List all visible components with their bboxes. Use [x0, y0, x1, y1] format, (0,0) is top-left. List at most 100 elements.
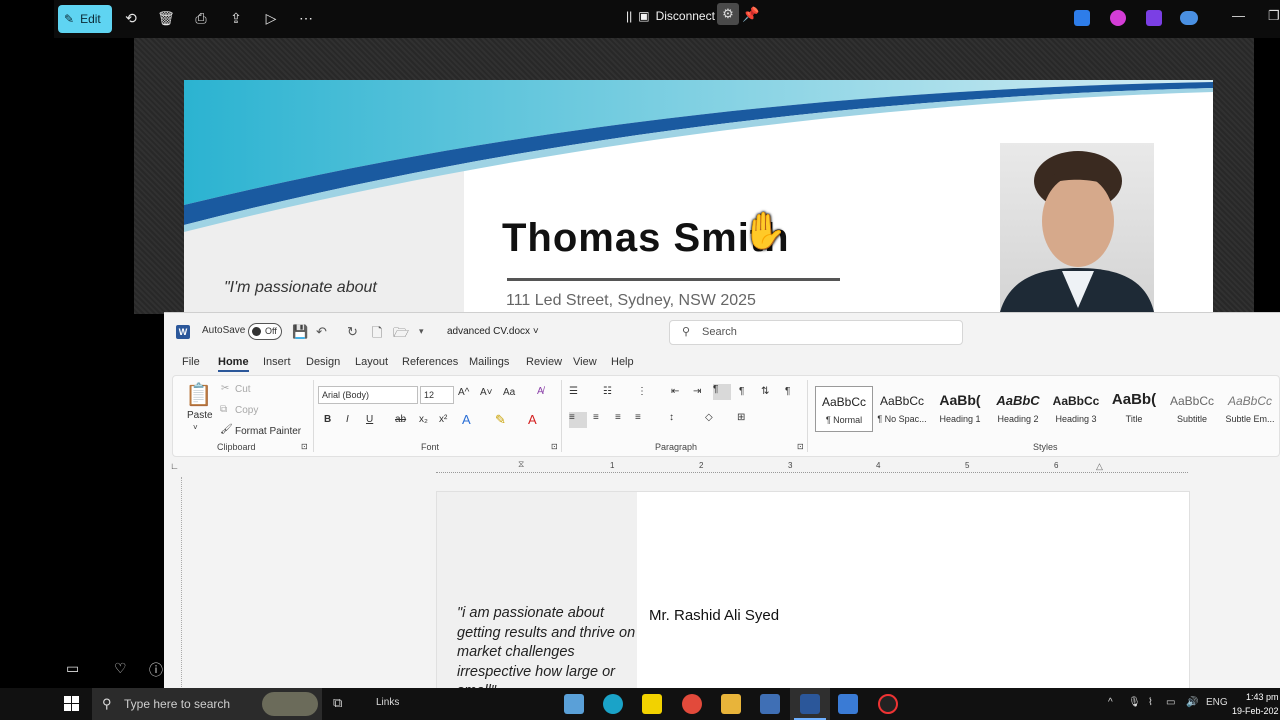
- tab-home[interactable]: Home: [218, 356, 249, 372]
- tab-design[interactable]: Design: [306, 356, 340, 368]
- align-right-icon[interactable]: ≡: [615, 412, 621, 423]
- new-doc-icon[interactable]: 🗋: [372, 324, 382, 346]
- justify-icon[interactable]: ≡: [635, 412, 641, 423]
- onedrive-icon[interactable]: [1180, 11, 1198, 25]
- text-effects-icon[interactable]: A: [462, 412, 471, 427]
- open-icon[interactable]: 🗁: [393, 324, 409, 346]
- indent-marker-icon[interactable]: ⧖: [518, 459, 524, 470]
- highlight-icon[interactable]: ✎: [495, 412, 506, 428]
- page-quote[interactable]: "i am passionate about getting results a…: [457, 604, 637, 702]
- search-box[interactable]: ⚲ Search: [669, 320, 963, 345]
- font-color-icon[interactable]: A: [528, 412, 537, 427]
- gear-icon[interactable]: ⚙: [717, 3, 739, 25]
- copy-button[interactable]: Copy: [235, 405, 258, 416]
- strikethrough-button[interactable]: ab: [395, 414, 406, 425]
- tab-view[interactable]: View: [573, 356, 597, 368]
- format-painter-button[interactable]: Format Painter: [235, 426, 301, 437]
- shading-icon[interactable]: ◇: [705, 412, 713, 423]
- pin-icon[interactable]: 📌: [741, 4, 761, 24]
- style-no-spacing[interactable]: AaBbCc ¶ No Spac...: [873, 386, 931, 432]
- chrome-icon[interactable]: [682, 694, 702, 714]
- style-normal[interactable]: AaBbCc ¶ Normal: [815, 386, 873, 432]
- shrink-font-button[interactable]: A˅: [480, 387, 493, 398]
- clock[interactable]: 1:43 pm 19-Feb-202: [1232, 690, 1279, 718]
- tab-help[interactable]: Help: [611, 356, 634, 368]
- align-left-icon[interactable]: ≡: [569, 412, 587, 428]
- favorite-icon[interactable]: ♡: [114, 660, 127, 677]
- more-icon[interactable]: ⋯: [296, 8, 316, 28]
- superscript-button[interactable]: x²: [439, 414, 447, 425]
- paste-button[interactable]: Paste: [187, 410, 213, 421]
- share-icon[interactable]: ⇪: [226, 8, 246, 28]
- italic-button[interactable]: I: [346, 414, 349, 425]
- style-subtitle[interactable]: AaBbCc Subtitle: [1163, 386, 1221, 432]
- tab-insert[interactable]: Insert: [263, 356, 291, 368]
- app-tray-icon-2[interactable]: [1110, 10, 1126, 26]
- clear-formatting-icon[interactable]: A̸: [537, 386, 544, 397]
- grow-font-button[interactable]: A^: [458, 387, 469, 398]
- document-page[interactable]: "i am passionate about getting results a…: [436, 491, 1190, 699]
- windows-start-icon[interactable]: [64, 696, 80, 712]
- autosave-toggle[interactable]: Off: [248, 323, 282, 340]
- undo-icon[interactable]: ↶: [316, 324, 327, 340]
- restore-icon[interactable]: ❐: [1268, 8, 1280, 24]
- search-highlight-image[interactable]: [262, 692, 318, 716]
- line-spacing-icon[interactable]: ↕: [669, 412, 674, 423]
- file-explorer-icon[interactable]: [721, 694, 741, 714]
- tab-references[interactable]: References: [402, 356, 458, 368]
- style-heading-2[interactable]: AaBbC Heading 2: [989, 386, 1047, 432]
- save-icon[interactable]: 💾: [292, 324, 308, 340]
- print-icon[interactable]: ⎙: [191, 8, 211, 28]
- wifi-icon[interactable]: ⌇: [1148, 697, 1153, 708]
- tab-selector-icon[interactable]: ∟: [170, 461, 179, 471]
- tab-file[interactable]: File: [182, 356, 200, 368]
- tab-mailings[interactable]: Mailings: [469, 356, 509, 368]
- font-size-select[interactable]: 12: [420, 386, 454, 404]
- task-view-icon[interactable]: ⧉: [333, 695, 342, 711]
- change-case-button[interactable]: Aa: [503, 387, 515, 398]
- microphone-icon[interactable]: 🎙: [1128, 697, 1141, 708]
- tab-review[interactable]: Review: [526, 356, 562, 368]
- style-heading-3[interactable]: AaBbCc Heading 3: [1047, 386, 1105, 432]
- paragraph-launcher-icon[interactable]: ⊡: [797, 442, 804, 451]
- chevron-up-icon[interactable]: ^: [1108, 697, 1113, 708]
- clipboard-launcher-icon[interactable]: ⊡: [301, 442, 308, 451]
- font-launcher-icon[interactable]: ⊡: [551, 442, 558, 451]
- paste-icon[interactable]: 📋: [185, 382, 212, 408]
- cut-button[interactable]: Cut: [235, 384, 251, 395]
- disconnect-button[interactable]: || ▣ Disconnect: [626, 6, 715, 26]
- language-indicator[interactable]: ENG: [1206, 697, 1228, 708]
- filmstrip-icon[interactable]: ▭: [66, 660, 79, 677]
- style-heading-1[interactable]: AaBb( Heading 1: [931, 386, 989, 432]
- right-indent-icon[interactable]: △: [1096, 461, 1103, 472]
- show-marks-icon[interactable]: ¶: [785, 386, 790, 397]
- tab-layout[interactable]: Layout: [355, 356, 388, 368]
- app-tray-icon-1[interactable]: [1074, 10, 1090, 26]
- volume-icon[interactable]: 🔊: [1186, 697, 1198, 708]
- decrease-indent-icon[interactable]: ⇤: [671, 386, 679, 397]
- paste-dropdown-icon[interactable]: ˅: [193, 423, 198, 432]
- battery-icon[interactable]: ▭: [1166, 697, 1175, 708]
- increase-indent-icon[interactable]: ⇥: [693, 386, 701, 397]
- sticky-notes-icon[interactable]: [642, 694, 662, 714]
- subscript-button[interactable]: x₂: [419, 414, 428, 425]
- minimize-icon[interactable]: —: [1232, 8, 1245, 23]
- rotate-icon[interactable]: ⟲: [121, 8, 141, 28]
- style-title[interactable]: AaBb( Title: [1105, 386, 1163, 432]
- document-name[interactable]: advanced CV.docx ˅: [447, 326, 539, 337]
- edge-icon[interactable]: [603, 694, 623, 714]
- style-subtle-emphasis[interactable]: AaBbCc Subtle Em...: [1221, 386, 1279, 432]
- align-center-icon[interactable]: ≡: [593, 412, 599, 423]
- multilevel-list-icon[interactable]: ⋮: [637, 386, 647, 397]
- store-icon[interactable]: [760, 694, 780, 714]
- ltr-icon[interactable]: ¶: [713, 384, 731, 400]
- sort-icon[interactable]: ⇅: [761, 386, 769, 397]
- page-name[interactable]: Mr. Rashid Ali Syed: [649, 607, 779, 624]
- font-family-select[interactable]: Arial (Body): [318, 386, 418, 404]
- borders-icon[interactable]: ⊞: [737, 412, 745, 423]
- photos-icon[interactable]: [838, 694, 858, 714]
- numbering-icon[interactable]: ☷: [603, 386, 612, 397]
- bold-button[interactable]: B: [324, 414, 331, 425]
- edit-button[interactable]: ✎ Edit: [58, 5, 112, 33]
- app-tray-icon-3[interactable]: [1146, 10, 1162, 26]
